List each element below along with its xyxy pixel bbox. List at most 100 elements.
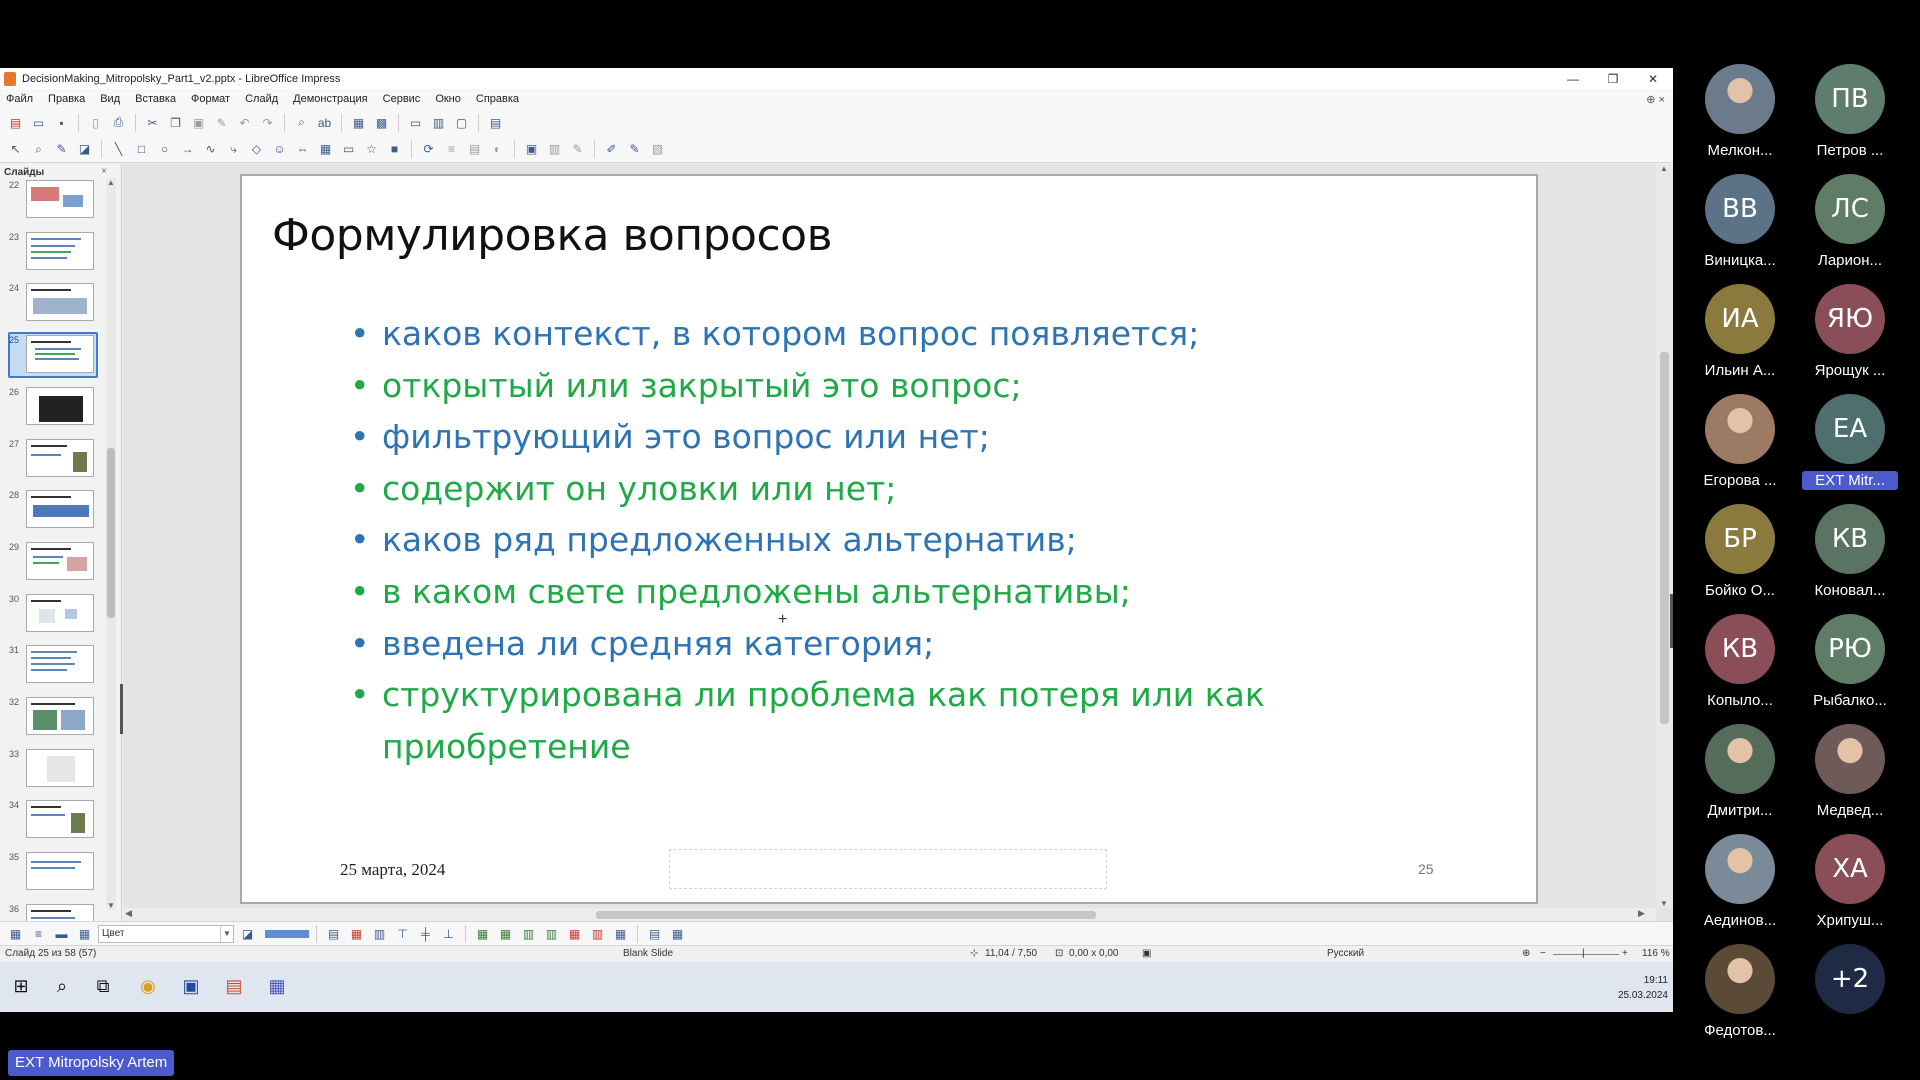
menu-slide[interactable]: Слайд <box>245 93 278 105</box>
scrollbar-thumb[interactable] <box>1660 352 1669 724</box>
insert-image-icon[interactable]: ▣ <box>522 140 541 159</box>
slide-thumbnail[interactable]: 25 <box>0 332 108 381</box>
area-style-select[interactable]: Цвет ▼ <box>98 924 234 943</box>
slide-thumbnail[interactable]: 26 <box>0 385 108 433</box>
copy-icon[interactable]: ❐ <box>166 113 185 132</box>
zoom-out-icon[interactable]: − <box>1540 948 1546 959</box>
slide-thumbnail[interactable]: 23 <box>0 230 108 278</box>
participant-tile[interactable]: Дмитри... <box>1688 724 1792 824</box>
optimize-icon[interactable]: ▥ <box>370 924 389 943</box>
callout-icon[interactable]: ▭ <box>339 140 358 159</box>
start-slideshow-icon[interactable]: ▢ <box>452 113 471 132</box>
align-center-icon[interactable]: ╪ <box>416 924 435 943</box>
scroll-left-icon[interactable]: ◀ <box>125 908 132 919</box>
participant-tile[interactable]: КВ Коновал... <box>1798 504 1902 604</box>
3d-objects-icon[interactable]: ■ <box>385 140 404 159</box>
paste-icon[interactable]: ▣ <box>189 113 208 132</box>
fill-color-icon[interactable]: ◪ <box>75 140 94 159</box>
flowchart-icon[interactable]: ▦ <box>316 140 335 159</box>
scroll-right-icon[interactable]: ▶ <box>1638 908 1645 919</box>
minimize-button[interactable]: — <box>1553 72 1593 86</box>
slide-thumbnail[interactable]: 34 <box>0 798 108 846</box>
insert-column-before-icon[interactable]: ▥ <box>519 924 538 943</box>
table-design-icon[interactable]: ▦ <box>668 924 687 943</box>
insert-row-below-icon[interactable]: ▦ <box>496 924 515 943</box>
align-top-icon[interactable]: ⊤ <box>393 924 412 943</box>
menu-view[interactable]: Вид <box>100 93 120 105</box>
table-properties-icon[interactable]: ▤ <box>645 924 664 943</box>
display-views-icon[interactable]: ▭ <box>406 113 425 132</box>
status-language[interactable]: Русский <box>1327 948 1364 959</box>
scroll-down-icon[interactable]: ▼ <box>107 901 115 910</box>
slide-panel-scrollbar[interactable]: ▲ ▼ <box>106 178 116 910</box>
menu-edit[interactable]: Правка <box>48 93 85 105</box>
slide-thumbnail-preview[interactable] <box>26 438 94 477</box>
bullet-item[interactable]: содержит он уловки или нет; <box>350 463 1450 515</box>
line-color-icon[interactable]: ✎ <box>52 140 71 159</box>
bullet-item[interactable]: каков ряд предложенных альтернатив; <box>350 514 1450 566</box>
slide-thumbnail-preview[interactable] <box>26 335 94 374</box>
points-icon[interactable]: ✐ <box>602 140 621 159</box>
restore-button[interactable]: ❐ <box>1593 72 1633 86</box>
participant-tile[interactable]: Аединов... <box>1688 834 1792 934</box>
connector-icon[interactable]: ⤷ <box>224 140 243 159</box>
vertical-scrollbar[interactable]: ▲ ▼ <box>1656 164 1673 908</box>
menu-window[interactable]: Окно <box>435 93 461 105</box>
fit-slide-icon[interactable]: ⊕ <box>1522 948 1530 959</box>
impress-taskbar-icon[interactable]: ▤ <box>221 973 247 999</box>
menu-slideshow[interactable]: Демонстрация <box>293 93 368 105</box>
zoom-slider-knob[interactable]: | <box>1582 948 1585 959</box>
select-table-icon[interactable]: ▦ <box>611 924 630 943</box>
status-layout-name[interactable]: Blank Slide <box>623 948 673 959</box>
line-icon[interactable]: ╲ <box>109 140 128 159</box>
participant-tile[interactable]: ЯЮ Ярощук ... <box>1798 284 1902 384</box>
cut-icon[interactable]: ✂ <box>143 113 162 132</box>
sidebar-resize-handle[interactable] <box>1670 594 1673 648</box>
bullet-item[interactable]: введена ли средняя категория; <box>350 618 1450 670</box>
border-style-icon[interactable]: ≡ <box>29 924 48 943</box>
insert-row-above-icon[interactable]: ▦ <box>473 924 492 943</box>
glue-points-icon[interactable]: ✎ <box>625 140 644 159</box>
horizontal-scrollbar[interactable]: ◀ ▶ <box>123 908 1656 921</box>
menu-format[interactable]: Формат <box>191 93 230 105</box>
save-app-icon[interactable]: ▣ <box>178 973 204 999</box>
participant-tile[interactable]: ХА Хрипуш... <box>1798 834 1902 934</box>
slide-thumbnail-preview[interactable] <box>26 593 94 632</box>
slide-thumbnail-preview[interactable] <box>26 490 94 529</box>
slide-thumbnail[interactable]: 35 <box>0 850 108 898</box>
arrange-icon[interactable]: ▤ <box>465 140 484 159</box>
participant-tile[interactable]: Федотов... <box>1688 944 1792 1044</box>
fill-bucket-icon[interactable]: ◪ <box>238 924 257 943</box>
slide-thumbnail-preview[interactable] <box>26 645 94 684</box>
participant-tile[interactable]: Егорова ... <box>1688 394 1792 494</box>
participant-tile[interactable]: ВВ Виницка... <box>1688 174 1792 274</box>
arrow-icon[interactable]: → <box>178 140 197 159</box>
slide-thumbnail-preview[interactable] <box>26 541 94 580</box>
new-document-icon[interactable]: ▤ <box>6 113 25 132</box>
slide-thumbnail-preview[interactable] <box>26 697 94 735</box>
find-replace-icon[interactable]: ⌕ <box>292 113 311 132</box>
master-slide-icon[interactable]: ▥ <box>429 113 448 132</box>
bullet-item[interactable]: каков контекст, в котором вопрос появляе… <box>350 308 1450 360</box>
export-icon[interactable]: ▯ <box>86 113 105 132</box>
slide-thumbnail[interactable]: 32 <box>0 695 108 743</box>
slide-thumbnail-preview[interactable] <box>26 180 94 218</box>
globe-icon[interactable]: ⊕ × <box>1646 93 1665 106</box>
insert-chart-icon[interactable]: ▥ <box>545 140 564 159</box>
table-borders-icon[interactable]: ▦ <box>6 924 25 943</box>
insert-column-after-icon[interactable]: ▥ <box>542 924 561 943</box>
print-icon[interactable]: ⎙ <box>109 113 128 132</box>
teams-icon[interactable]: ▦ <box>264 973 290 999</box>
select-icon[interactable]: ↖ <box>6 140 25 159</box>
save-icon[interactable]: ▪ <box>52 113 71 132</box>
close-button[interactable]: ✕ <box>1633 72 1673 86</box>
bullet-item[interactable]: открытый или закрытый это вопрос; <box>350 360 1450 412</box>
participant-tile[interactable]: БР Бойко О... <box>1688 504 1792 604</box>
menu-file[interactable]: Файл <box>6 93 33 105</box>
zoom-slider[interactable] <box>1553 954 1619 955</box>
open-folder-icon[interactable]: ▭ <box>29 113 48 132</box>
slide-canvas[interactable]: Формулировка вопросов каков контекст, в … <box>240 174 1538 904</box>
slide-panel-close-icon[interactable]: × <box>101 166 107 177</box>
helplines-icon[interactable]: ▩ <box>372 113 391 132</box>
extrusion-icon[interactable]: ▧ <box>648 140 667 159</box>
